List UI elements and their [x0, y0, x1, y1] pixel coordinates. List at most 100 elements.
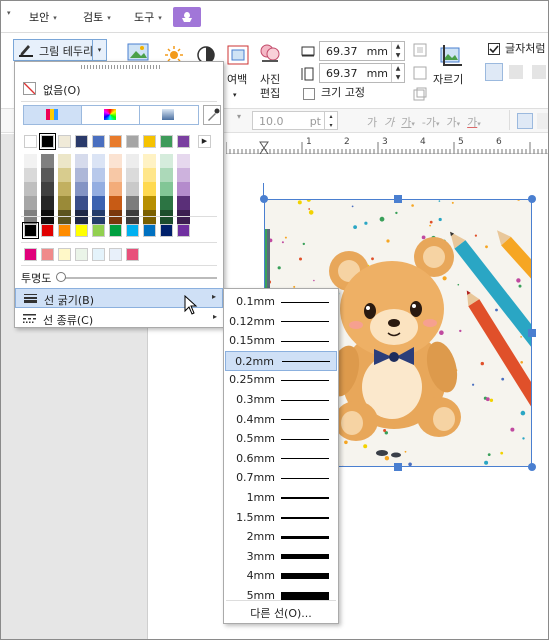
line-width-option[interactable]: 0.4mm — [225, 410, 337, 430]
color-shade-swatch[interactable] — [143, 196, 156, 210]
margin-icon[interactable] — [227, 45, 249, 65]
recent-color-swatch[interactable] — [24, 248, 37, 261]
standard-color-swatch[interactable] — [92, 224, 105, 237]
resize-handle-top-left[interactable] — [260, 195, 268, 203]
reset-size-icon[interactable] — [413, 66, 427, 80]
color-shade-swatch[interactable] — [58, 168, 71, 182]
color-shade-swatch[interactable] — [143, 182, 156, 196]
color-swatch[interactable] — [160, 135, 173, 148]
color-shade-swatch[interactable] — [75, 168, 88, 182]
color-shade-swatch[interactable] — [24, 210, 37, 224]
other-line-option[interactable]: 다른 선(O)... — [224, 602, 338, 622]
color-shade-swatch[interactable] — [143, 210, 156, 224]
color-shade-swatch[interactable] — [41, 154, 54, 168]
crop-icon[interactable] — [438, 43, 464, 69]
width-input[interactable]: 69.37 mm ▲ ▼ — [319, 41, 405, 61]
photo-edit-icon[interactable] — [259, 43, 281, 65]
resize-handle-top-right[interactable] — [528, 195, 536, 203]
standard-color-swatch[interactable] — [22, 222, 39, 239]
align-left-icon[interactable] — [537, 113, 548, 129]
color-shade-swatch[interactable] — [109, 196, 122, 210]
font-size-stepper[interactable]: ▴ ▾ — [324, 112, 337, 130]
no-border-option[interactable]: 없음(O) — [15, 79, 223, 99]
color-shade-swatch[interactable] — [126, 154, 139, 168]
color-swatch[interactable] — [177, 135, 190, 148]
standard-color-swatch[interactable] — [160, 224, 173, 237]
color-shade-swatch[interactable] — [126, 182, 139, 196]
color-shade-swatch[interactable] — [143, 168, 156, 182]
color-swatch[interactable] — [24, 135, 37, 148]
height-input[interactable]: 69.37 mm ▲ ▼ — [319, 63, 405, 83]
bold-icon[interactable]: 가 — [367, 116, 377, 129]
line-width-option[interactable]: 0.3mm — [225, 390, 337, 410]
recent-color-swatch[interactable] — [109, 248, 122, 261]
standard-color-swatch[interactable] — [126, 224, 139, 237]
color-swatch[interactable] — [75, 135, 88, 148]
color-shade-swatch[interactable] — [109, 182, 122, 196]
chevron-down-icon[interactable]: ▾ — [92, 40, 106, 60]
strike-icon[interactable]: -가 — [422, 116, 436, 129]
color-swatch[interactable] — [143, 135, 156, 148]
color-shade-swatch[interactable] — [160, 154, 173, 168]
transparency-slider-knob[interactable] — [56, 272, 66, 282]
color-shade-swatch[interactable] — [58, 196, 71, 210]
line-width-option[interactable]: 0.7mm — [225, 468, 337, 488]
horizontal-ruler[interactable]: 1 2 3 4 5 6 — [226, 134, 548, 154]
color-shade-swatch[interactable] — [177, 210, 190, 224]
fix-size-checkbox[interactable] — [303, 88, 315, 100]
color-shade-swatch[interactable] — [92, 182, 105, 196]
more-colors-button[interactable]: ▶ — [198, 135, 211, 148]
recent-color-swatch[interactable] — [41, 248, 54, 261]
text-style-buttons[interactable]: 가 가 가▾ -가▾ 가▾ 가▾ — [367, 114, 481, 130]
font-size-input[interactable]: 10.0 pt ▴ ▾ — [252, 111, 338, 130]
picture-tab-button[interactable] — [173, 7, 201, 27]
line-width-option[interactable]: 0.1mm — [225, 292, 337, 312]
tab-gradient-colors[interactable] — [140, 106, 198, 124]
color-shade-swatch[interactable] — [177, 168, 190, 182]
color-shade-swatch[interactable] — [92, 154, 105, 168]
chevron-down-icon[interactable]: ▾ — [7, 9, 11, 17]
line-width-option[interactable]: 3mm — [225, 547, 337, 567]
color-shade-swatch[interactable] — [75, 182, 88, 196]
color-shade-swatch[interactable] — [41, 182, 54, 196]
color-shade-swatch[interactable] — [160, 196, 173, 210]
resize-handle-right[interactable] — [528, 329, 536, 337]
resize-handle-bottom[interactable] — [394, 463, 402, 471]
color-shade-swatch[interactable] — [109, 154, 122, 168]
color-shade-swatch[interactable] — [41, 196, 54, 210]
transparency-slider[interactable] — [59, 277, 217, 279]
color-shade-swatch[interactable] — [126, 196, 139, 210]
color-shade-swatch[interactable] — [41, 168, 54, 182]
color-shade-swatch[interactable] — [160, 182, 173, 196]
color-swatch[interactable] — [126, 135, 139, 148]
standard-color-swatch[interactable] — [41, 224, 54, 237]
standard-color-swatch[interactable] — [109, 224, 122, 237]
color-shade-swatch[interactable] — [58, 182, 71, 196]
color-shade-swatch[interactable] — [75, 154, 88, 168]
chevron-down-icon[interactable]: ▾ — [233, 88, 237, 102]
resize-handle-bottom-right[interactable] — [528, 463, 536, 471]
chevron-down-icon[interactable]: ▾ — [237, 112, 241, 121]
color-shade-swatch[interactable] — [24, 168, 37, 182]
line-width-option[interactable]: 0.12mm — [225, 312, 337, 332]
width-stepper[interactable]: ▲ ▼ — [391, 42, 404, 60]
height-stepper[interactable]: ▲ ▼ — [391, 64, 404, 82]
color-swatch[interactable] — [109, 135, 122, 148]
color-shade-swatch[interactable] — [75, 210, 88, 224]
color-shade-swatch[interactable] — [126, 210, 139, 224]
color-shade-swatch[interactable] — [126, 168, 139, 182]
color-shade-swatch[interactable] — [41, 210, 54, 224]
color-shade-swatch[interactable] — [177, 196, 190, 210]
menu-review[interactable]: 검토 ▾ — [83, 9, 111, 25]
recent-color-swatch[interactable] — [92, 248, 105, 261]
color-shade-swatch[interactable] — [177, 154, 190, 168]
picture-effect-icon[interactable] — [127, 43, 149, 61]
line-width-option[interactable]: 0.5mm — [225, 429, 337, 449]
resize-handle-top[interactable] — [394, 195, 402, 203]
panel-grip[interactable] — [81, 65, 161, 69]
original-size-icon[interactable] — [413, 43, 427, 57]
wrap-inline-button[interactable] — [485, 63, 503, 81]
align-justify-icon[interactable] — [517, 113, 533, 129]
superscript-icon[interactable]: 가 — [447, 116, 457, 129]
same-size-icon[interactable] — [413, 87, 427, 101]
